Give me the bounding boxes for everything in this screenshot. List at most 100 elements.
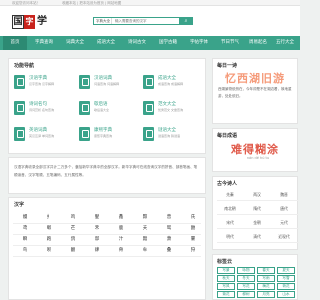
feature-item[interactable]: 诗词名句 诗词赏析 名句查询	[14, 99, 82, 123]
hanzi-item[interactable]: 禾	[87, 225, 107, 231]
dynasty-link[interactable]: 隋代	[244, 205, 270, 213]
hanzi-item[interactable]: 曾	[159, 214, 179, 220]
hanzi-item[interactable]: 肆	[87, 247, 107, 253]
feature-desc: 成语查询 成语解释	[158, 82, 183, 86]
tag-link[interactable]: 山水	[277, 291, 295, 298]
dynasty-link[interactable]: 金朝	[244, 219, 270, 227]
hanzi-item[interactable]: 跑	[39, 236, 59, 242]
nav-item[interactable]: 节日节气	[216, 36, 244, 50]
nav-item-home[interactable]: 首页	[3, 36, 27, 50]
nav-item[interactable]: 五行大全	[272, 36, 298, 50]
feature-title: 歇后语	[94, 102, 108, 107]
feature-item[interactable]: 康熙字典 康熙字典查询	[79, 125, 147, 149]
intro-panel: 汉语字典收录全部汉字共计二万多个，囊括新华字典中的全部汉字。新华字典可在线查询汉…	[8, 157, 206, 194]
hanzi-item[interactable]: 嫚	[15, 214, 35, 220]
feature-desc: 康熙字典查询	[94, 134, 113, 138]
dynasty-link[interactable]: 明代	[217, 233, 243, 241]
hanzi-item[interactable]: 鑫	[111, 214, 131, 220]
hanzi-item[interactable]: 酏	[183, 225, 203, 231]
dynasty-link[interactable]: 元代	[271, 219, 297, 227]
hanzi-item[interactable]: 牟	[135, 247, 155, 253]
panel-title: 功能导航	[14, 63, 35, 69]
feature-item[interactable]: 范文大全 优秀范文 文章查询	[143, 99, 211, 123]
search-input[interactable]	[114, 18, 174, 24]
hanzi-item[interactable]: 鸡	[63, 214, 83, 220]
dynasty-link[interactable]: 南北朝	[217, 205, 243, 213]
hanzi-item[interactable]: 邸	[87, 236, 107, 242]
hanzi-item[interactable]: 狩	[183, 247, 203, 253]
hanzi-item[interactable]: 髮	[87, 214, 107, 220]
hanzi-item[interactable]: 呗	[39, 247, 59, 253]
search-type-select[interactable]: 字典大全	[94, 18, 112, 24]
hanzi-item[interactable]: 鹿	[111, 225, 131, 231]
hanzi-item[interactable]: 黯	[135, 236, 155, 242]
nav-item[interactable]: 国学古籍	[154, 36, 182, 50]
saying-icon	[79, 101, 90, 115]
hanzi-item[interactable]: 叠	[159, 247, 179, 253]
hanzi-item[interactable]: 骨	[111, 247, 131, 253]
tag-panel: 标签云 写景 咏物 春天 夏天 秋天 冬天 写雨 写雪 写风 写花 梅花 荷花 菊花 柳树 月亮 山水	[212, 254, 298, 300]
dynasty-link[interactable]: 近现代	[271, 233, 297, 241]
hanzi-item[interactable]: 黥	[135, 214, 155, 220]
tag-link[interactable]: 柳树	[237, 291, 255, 298]
hanzi-item[interactable]: 鸟	[15, 247, 35, 253]
hanzi-item[interactable]: 翻	[63, 247, 83, 253]
poem-text: 西湖景物依然在，今年却是不在湖边看，故地重游，处处依旧。	[218, 87, 292, 98]
tag-link[interactable]: 写花	[237, 283, 255, 290]
idiom-icon	[143, 75, 154, 89]
hanzi-item[interactable]: 芒	[63, 225, 83, 231]
hanzi-item[interactable]: 霎	[183, 236, 203, 242]
nav-item[interactable]: 字典查询	[30, 36, 58, 50]
tag-link[interactable]: 春天	[257, 267, 275, 274]
hanzi-item[interactable]: 鸳	[159, 225, 179, 231]
feature-item[interactable]: 谜语大全 谜语查询 猜谜语	[143, 125, 211, 149]
tag-link[interactable]: 写风	[217, 283, 235, 290]
dynasty-link[interactable]: 清代	[244, 233, 270, 241]
nav-item[interactable]: 诗词古文	[123, 36, 151, 50]
feature-item[interactable]: 成语大全 成语查询 成语解释	[143, 73, 211, 97]
hanzi-item[interactable]: 嗽	[39, 225, 59, 231]
idiom-title[interactable]: 难得糊涂	[213, 141, 297, 157]
tag-link[interactable]: 写雪	[277, 275, 295, 282]
nav-item[interactable]: 周易起名	[245, 36, 271, 50]
nav-item[interactable]: 词典大全	[61, 36, 89, 50]
feature-desc: 词语查询 词语解释	[94, 82, 119, 86]
feature-desc: 汉字查询 汉字解释	[29, 82, 54, 86]
feature-title: 康熙字典	[94, 128, 112, 133]
feature-item[interactable]: 英语词典 英汉互译 单词查询	[14, 125, 82, 149]
dynasty-link[interactable]: 宋代	[217, 219, 243, 227]
tag-link[interactable]: 月亮	[257, 291, 275, 298]
hanzi-item[interactable]: 扌	[39, 214, 59, 220]
nav-item[interactable]: 字帖字体	[185, 36, 213, 50]
nav-item[interactable]: 成语大全	[92, 36, 120, 50]
tag-link[interactable]: 写景	[217, 267, 235, 274]
tag-link[interactable]: 咏物	[237, 267, 255, 274]
hanzi-item[interactable]: 汁	[111, 236, 131, 242]
tag-link[interactable]: 写雨	[257, 275, 275, 282]
tag-link[interactable]: 菊花	[217, 291, 235, 298]
hanzi-item[interactable]: 氏	[183, 214, 203, 220]
tag-link[interactable]: 秋天	[217, 275, 235, 282]
kangxi-icon	[79, 127, 90, 141]
feature-item[interactable]: 汉语字典 汉字查询 汉字解释	[14, 73, 82, 97]
dynasty-link[interactable]: 魏晋	[271, 191, 297, 199]
hanzi-item[interactable]: 萧	[159, 236, 179, 242]
feature-item[interactable]: 汉语词典 词语查询 词语解释	[79, 73, 147, 97]
dynasty-link[interactable]: 先秦	[217, 191, 243, 199]
poem-title[interactable]: 忆西湖旧游	[213, 70, 297, 86]
tag-link[interactable]: 荷花	[277, 283, 295, 290]
feature-item[interactable]: 歇后语 歇后语大全	[79, 99, 147, 123]
dynasty-link[interactable]: 唐代	[271, 205, 297, 213]
hanzi-item[interactable]: 夭	[135, 225, 155, 231]
tag-link[interactable]: 冬天	[237, 275, 255, 282]
site-logo[interactable]: 国 字 学	[12, 15, 48, 29]
search-button[interactable]: ⌕	[179, 17, 193, 25]
tag-link[interactable]: 梅花	[257, 283, 275, 290]
panel-title: 汉字	[14, 202, 25, 208]
feature-title: 范文大全	[158, 102, 176, 107]
hanzi-item[interactable]: 瞬	[15, 236, 35, 242]
hanzi-item[interactable]: 鸽	[63, 236, 83, 242]
dynasty-link[interactable]: 两汉	[244, 191, 270, 199]
hanzi-item[interactable]: 鸢	[15, 225, 35, 231]
tag-link[interactable]: 夏天	[277, 267, 295, 274]
